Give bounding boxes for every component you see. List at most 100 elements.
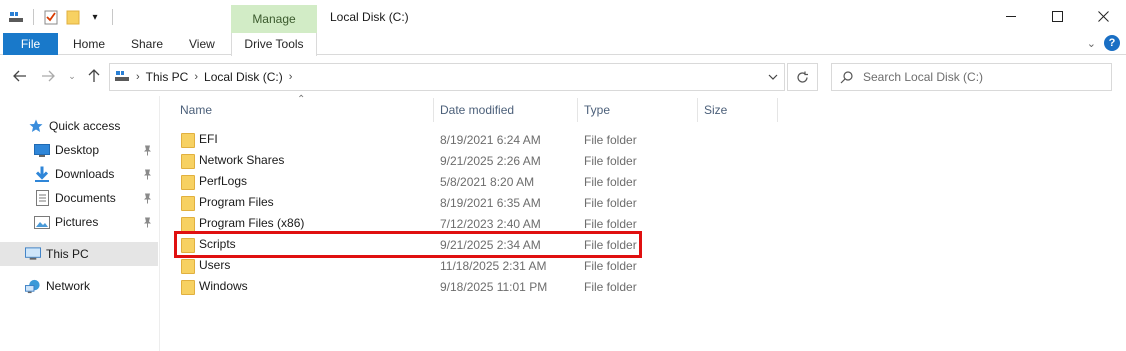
- table-row[interactable]: Network Shares 9/21/2025 2:26 AM File fo…: [170, 150, 640, 171]
- breadcrumb-chevron-icon[interactable]: ›: [289, 71, 293, 83]
- file-type: File folder: [584, 196, 637, 210]
- nav-item-label: Quick access: [49, 119, 121, 133]
- file-name: EFI: [199, 132, 218, 146]
- tab-file[interactable]: File: [3, 33, 58, 55]
- tab-share[interactable]: Share: [119, 33, 175, 55]
- nav-item-label: Documents: [55, 191, 116, 205]
- table-row[interactable]: PerfLogs 5/8/2021 8:20 AM File folder: [170, 171, 640, 192]
- nav-item-label: Desktop: [55, 143, 100, 157]
- nav-item-downloads[interactable]: Downloads: [0, 162, 158, 186]
- file-date: 9/21/2025 2:26 AM: [440, 154, 541, 168]
- column-header-date-modified[interactable]: Date modified: [434, 98, 578, 122]
- nav-item-this-pc[interactable]: This PC: [0, 242, 158, 266]
- minimize-button[interactable]: [988, 0, 1034, 33]
- properties-icon[interactable]: [43, 9, 59, 25]
- nav-item-label: Downloads: [55, 167, 115, 181]
- folder-icon: [181, 132, 195, 148]
- file-type: File folder: [584, 217, 637, 231]
- recent-locations-button[interactable]: ⌄: [62, 66, 82, 86]
- desktop-icon: [34, 142, 50, 158]
- maximize-button[interactable]: [1034, 0, 1080, 33]
- address-dropdown-button[interactable]: [763, 69, 783, 85]
- ribbon-tabs: File Home Share View Drive Tools ⌄ ?: [0, 33, 1126, 56]
- file-type: File folder: [584, 154, 637, 168]
- navigation-pane: Quick access Desktop Downloads Documents: [0, 96, 160, 351]
- table-row[interactable]: Windows 9/18/2025 11:01 PM File folder: [170, 276, 640, 297]
- nav-item-desktop[interactable]: Desktop: [0, 138, 158, 162]
- download-icon: [34, 166, 50, 182]
- star-icon: [28, 118, 44, 134]
- file-type: File folder: [584, 259, 637, 273]
- new-folder-icon[interactable]: [65, 9, 81, 25]
- pin-icon[interactable]: [142, 144, 152, 156]
- forward-button[interactable]: [38, 66, 58, 86]
- table-row[interactable]: EFI 8/19/2021 6:24 AM File folder: [170, 129, 640, 150]
- pin-icon[interactable]: [142, 216, 152, 228]
- folder-icon: [181, 174, 195, 190]
- file-name: Windows: [199, 279, 248, 293]
- pin-icon[interactable]: [142, 168, 152, 180]
- breadcrumb-chevron-icon[interactable]: ›: [194, 71, 198, 83]
- file-name: Program Files (x86): [199, 216, 305, 230]
- expand-ribbon-icon[interactable]: ⌄: [1087, 37, 1096, 50]
- column-header-type[interactable]: Type: [578, 98, 698, 122]
- nav-item-pictures[interactable]: Pictures: [0, 210, 158, 234]
- close-button[interactable]: [1080, 0, 1126, 33]
- file-date: 9/18/2025 11:01 PM: [440, 280, 548, 294]
- refresh-button[interactable]: [787, 63, 818, 91]
- back-arrow-icon: [13, 70, 26, 82]
- breadcrumb-this-pc[interactable]: This PC: [146, 70, 189, 84]
- tab-manage[interactable]: Manage: [231, 5, 317, 33]
- folder-icon: [181, 195, 195, 211]
- folder-icon: [181, 216, 195, 232]
- up-arrow-icon: [88, 69, 100, 82]
- file-name: Network Shares: [199, 153, 285, 167]
- file-date: 5/8/2021 8:20 AM: [440, 175, 535, 189]
- tab-view[interactable]: View: [177, 33, 227, 55]
- column-header-size[interactable]: Size: [698, 98, 778, 122]
- minimize-icon: [1005, 16, 1016, 17]
- help-icon[interactable]: ?: [1104, 35, 1120, 51]
- customize-toolbar-icon[interactable]: ▾: [87, 9, 103, 25]
- drive-icon: [114, 69, 130, 86]
- table-row[interactable]: Program Files 8/19/2021 6:35 AM File fol…: [170, 192, 640, 213]
- folder-icon: [181, 258, 195, 274]
- back-button[interactable]: [10, 66, 30, 86]
- file-name: Users: [199, 258, 231, 272]
- breadcrumb-local-disk[interactable]: Local Disk (C:): [204, 70, 283, 84]
- network-icon: [25, 278, 41, 294]
- search-input[interactable]: [863, 70, 1103, 84]
- window-title: Local Disk (C:): [330, 10, 409, 24]
- nav-item-label: This PC: [46, 247, 89, 261]
- forward-arrow-icon: [42, 70, 55, 82]
- folder-icon: [181, 153, 195, 169]
- file-type: File folder: [584, 280, 637, 294]
- file-type: File folder: [584, 175, 637, 189]
- file-date: 7/12/2023 2:40 AM: [440, 217, 541, 231]
- file-date: 11/18/2025 2:31 AM: [440, 259, 547, 273]
- file-name: PerfLogs: [199, 174, 248, 188]
- table-row[interactable]: Users 11/18/2025 2:31 AM File folder: [170, 255, 640, 276]
- tab-home[interactable]: Home: [61, 33, 117, 55]
- file-date: 8/19/2021 6:35 AM: [440, 196, 541, 210]
- nav-item-label: Network: [46, 279, 91, 293]
- address-row: ⌄ › This PC › Local Disk (C:) ›: [0, 56, 1126, 96]
- quick-access-toolbar: ▾: [8, 8, 116, 26]
- nav-item-quick-access[interactable]: Quick access: [0, 114, 158, 138]
- documents-icon: [34, 190, 50, 206]
- pin-icon[interactable]: [142, 192, 152, 204]
- search-box[interactable]: [831, 63, 1112, 91]
- drive-icon[interactable]: [8, 9, 24, 25]
- pictures-icon: [34, 214, 50, 230]
- nav-item-documents[interactable]: Documents: [0, 186, 158, 210]
- search-icon: [840, 70, 853, 83]
- chevron-down-icon: [768, 74, 778, 80]
- breadcrumb-chevron-icon[interactable]: ›: [136, 71, 140, 83]
- tab-drive-tools[interactable]: Drive Tools: [231, 33, 317, 56]
- address-bar[interactable]: › This PC › Local Disk (C:) ›: [109, 63, 785, 91]
- file-date: 8/19/2021 6:24 AM: [440, 133, 541, 147]
- up-button[interactable]: [84, 66, 104, 86]
- column-header-name[interactable]: Name: [174, 98, 434, 122]
- title-bar: ▾ Manage Local Disk (C:): [0, 0, 1126, 33]
- nav-item-network[interactable]: Network: [0, 274, 158, 298]
